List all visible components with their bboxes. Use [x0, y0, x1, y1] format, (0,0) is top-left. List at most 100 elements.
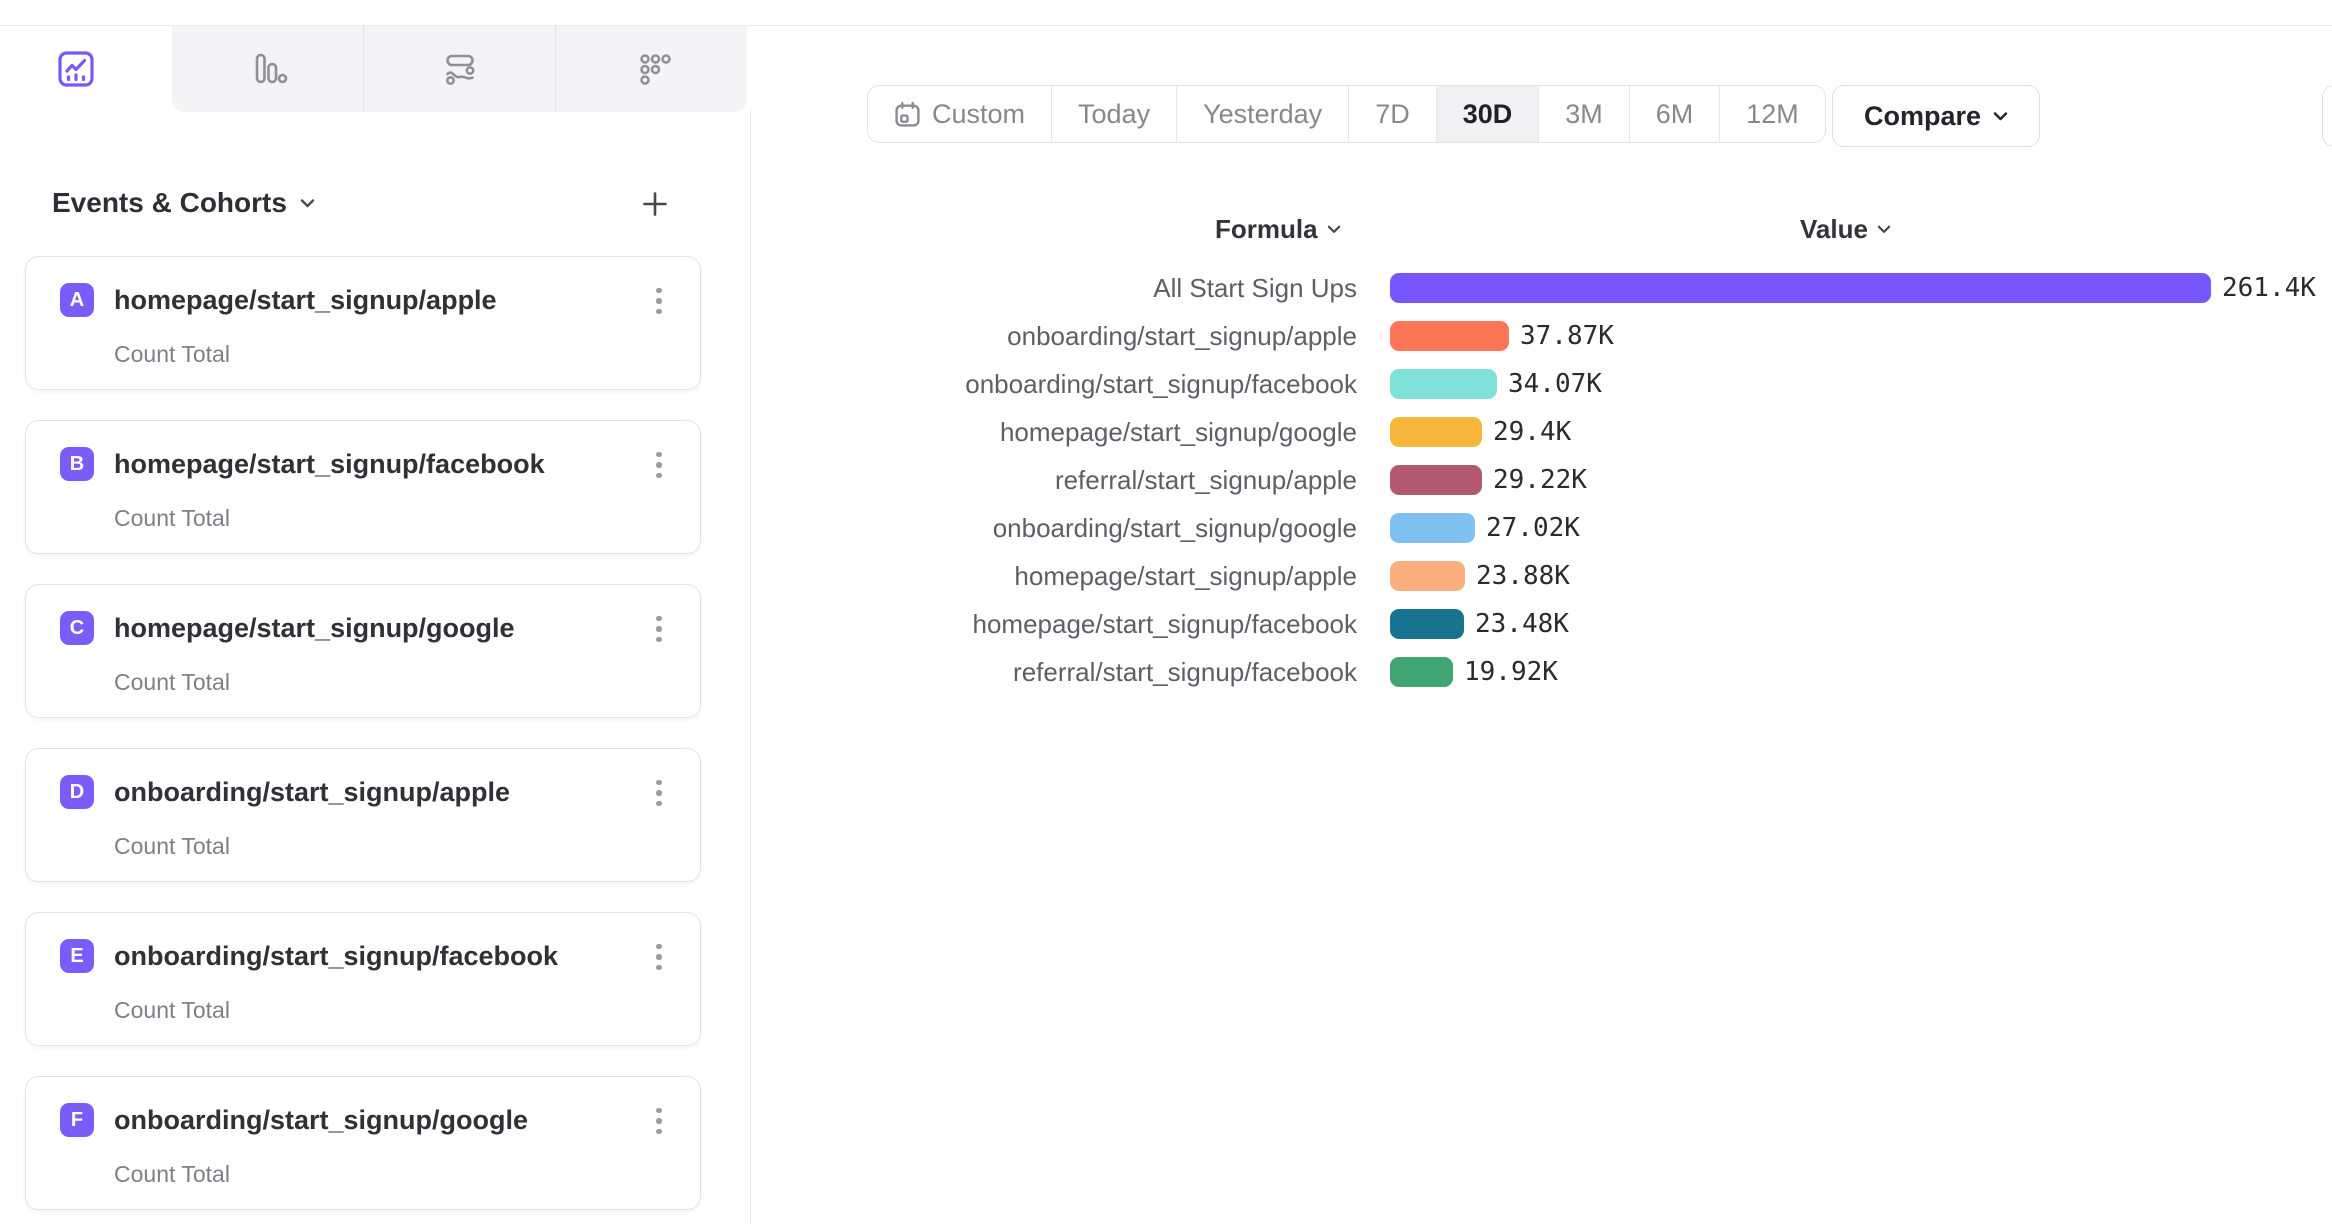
date-range-segment[interactable]: Custom — [868, 86, 1051, 142]
date-range-segment[interactable]: 12M — [1719, 86, 1825, 142]
value-header-label: Value — [1800, 214, 1868, 245]
kebab-menu-icon[interactable] — [644, 611, 674, 647]
value-bar[interactable] — [1390, 465, 1482, 495]
chart-row: onboarding/start_signup/google 27.02K — [900, 513, 2330, 543]
date-range-segment[interactable]: 7D — [1348, 86, 1436, 142]
date-range-label: Today — [1078, 99, 1150, 130]
value-label: 37.87K — [1520, 321, 1614, 351]
tab-flows[interactable] — [363, 26, 555, 112]
event-card[interactable]: D onboarding/start_signup/apple Count To… — [25, 748, 701, 882]
event-card[interactable]: B homepage/start_signup/facebook Count T… — [25, 420, 701, 554]
date-range-label: Yesterday — [1203, 99, 1322, 130]
chart-row: referral/start_signup/apple 29.22K — [900, 465, 2330, 495]
event-card[interactable]: E onboarding/start_signup/facebook Count… — [25, 912, 701, 1046]
events-cohorts-title: Events & Cohorts — [52, 187, 287, 219]
add-event-button[interactable] — [638, 187, 672, 221]
series-label: homepage/start_signup/apple — [900, 561, 1357, 592]
series-label: onboarding/start_signup/apple — [900, 321, 1357, 352]
date-range-label: Custom — [932, 99, 1025, 130]
chart-row: homepage/start_signup/apple 23.88K — [900, 561, 2330, 591]
series-letter-badge: D — [60, 775, 94, 809]
date-range-segment[interactable]: 6M — [1629, 86, 1720, 142]
chevron-down-icon[interactable] — [300, 199, 315, 208]
value-label: 23.88K — [1476, 561, 1570, 591]
chart-row: homepage/start_signup/google 29.4K — [900, 417, 2330, 447]
value-column-header[interactable]: Value — [1800, 213, 1891, 245]
value-label: 261.4K — [2222, 273, 2316, 303]
event-card[interactable]: C homepage/start_signup/google Count Tot… — [25, 584, 701, 718]
kebab-menu-icon[interactable] — [644, 1103, 674, 1139]
event-name: homepage/start_signup/google — [114, 611, 515, 645]
chevron-down-icon — [1327, 225, 1341, 234]
date-range-segment[interactable]: 3M — [1538, 86, 1629, 142]
event-metric[interactable]: Count Total — [114, 833, 230, 860]
value-label: 29.22K — [1493, 465, 1587, 495]
chart-row: homepage/start_signup/facebook 23.48K — [900, 609, 2330, 639]
series-letter-badge: A — [60, 283, 94, 317]
value-label: 29.4K — [1493, 417, 1571, 447]
formula-header-label: Formula — [1215, 214, 1318, 245]
series-label: homepage/start_signup/google — [900, 417, 1357, 448]
event-card[interactable]: A homepage/start_signup/apple Count Tota… — [25, 256, 701, 390]
series-label: referral/start_signup/apple — [900, 465, 1357, 496]
chevron-down-icon — [1877, 225, 1891, 234]
kebab-menu-icon[interactable] — [644, 775, 674, 811]
chart-row: All Start Sign Ups 261.4K — [900, 273, 2330, 303]
event-metric[interactable]: Count Total — [114, 997, 230, 1024]
formula-column-header[interactable]: Formula — [1215, 213, 1341, 245]
date-range-label: 30D — [1463, 99, 1513, 130]
series-letter-badge: C — [60, 611, 94, 645]
value-bar[interactable] — [1390, 417, 1482, 447]
value-bar[interactable] — [1390, 321, 1509, 351]
value-bar[interactable] — [1390, 561, 1465, 591]
event-name: onboarding/start_signup/facebook — [114, 939, 558, 973]
compare-label: Compare — [1864, 101, 1981, 132]
date-range-segment[interactable]: 30D — [1436, 86, 1539, 142]
event-name: onboarding/start_signup/google — [114, 1103, 528, 1137]
date-range-label: 3M — [1565, 99, 1603, 130]
event-name: homepage/start_signup/apple — [114, 283, 497, 317]
insights-report-page: Events & Cohorts A homepage/start_signup… — [0, 0, 2332, 1224]
plus-icon — [640, 189, 670, 219]
compare-button[interactable]: Compare — [1832, 85, 2040, 147]
value-label: 34.07K — [1508, 369, 1602, 399]
event-metric[interactable]: Count Total — [114, 341, 230, 368]
calendar-icon — [894, 101, 921, 128]
series-letter-badge: B — [60, 447, 94, 481]
date-range-label: 7D — [1375, 99, 1410, 130]
date-range-label: 6M — [1656, 99, 1694, 130]
kebab-menu-icon[interactable] — [644, 939, 674, 975]
chart-type-tabs — [172, 26, 747, 112]
event-metric[interactable]: Count Total — [114, 1161, 230, 1188]
kebab-menu-icon[interactable] — [644, 283, 674, 319]
chart-row: referral/start_signup/facebook 19.92K — [900, 657, 2330, 687]
value-bar[interactable] — [1390, 609, 1464, 639]
value-bar[interactable] — [1390, 657, 1453, 687]
series-label: onboarding/start_signup/facebook — [900, 369, 1357, 400]
event-metric[interactable]: Count Total — [114, 505, 230, 532]
value-bar[interactable] — [1390, 513, 1475, 543]
value-label: 19.92K — [1464, 657, 1558, 687]
sidebar-divider — [750, 111, 751, 1224]
bar-chart-icon — [248, 49, 288, 89]
series-label: homepage/start_signup/facebook — [900, 609, 1357, 640]
line-chart-icon — [56, 49, 96, 89]
tab-retention[interactable] — [555, 26, 747, 112]
tab-bar-chart[interactable] — [172, 26, 363, 112]
date-range-segment[interactable]: Today — [1051, 86, 1176, 142]
tab-insights[interactable] — [0, 26, 152, 111]
value-bar[interactable] — [1390, 369, 1497, 399]
series-label: referral/start_signup/facebook — [900, 657, 1357, 688]
series-label: onboarding/start_signup/google — [900, 513, 1357, 544]
event-metric[interactable]: Count Total — [114, 669, 230, 696]
clipped-edge-button[interactable] — [2322, 85, 2332, 147]
series-label: All Start Sign Ups — [900, 273, 1357, 304]
kebab-menu-icon[interactable] — [644, 447, 674, 483]
date-range-control: Custom Today Yesterday 7D 30D 3M 6M 12M — [867, 85, 1826, 143]
event-card[interactable]: F onboarding/start_signup/google Count T… — [25, 1076, 701, 1210]
value-label: 23.48K — [1475, 609, 1569, 639]
chart-row: onboarding/start_signup/facebook 34.07K — [900, 369, 2330, 399]
value-bar[interactable] — [1390, 273, 2211, 303]
events-cohorts-header[interactable]: Events & Cohorts — [52, 186, 315, 220]
date-range-segment[interactable]: Yesterday — [1176, 86, 1348, 142]
